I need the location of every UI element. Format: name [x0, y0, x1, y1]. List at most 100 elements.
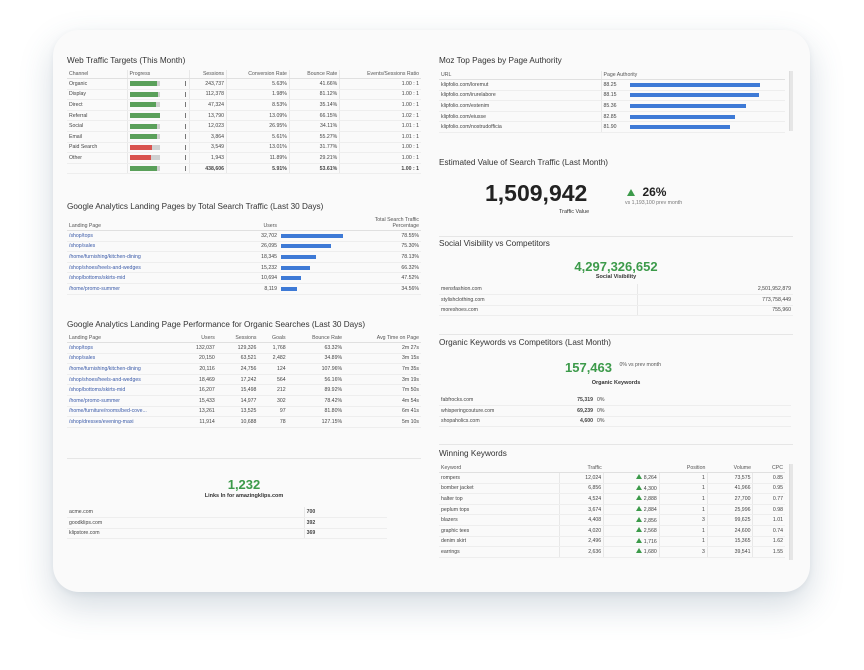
goals-value: 564: [258, 374, 288, 386]
sessions-value: 14,977: [216, 395, 259, 407]
authority-cell: 88.15: [600, 90, 785, 102]
goals-value: 302: [258, 395, 288, 407]
table-row: klipstore.com 369: [67, 528, 387, 540]
events-value: 1.00 : 1: [339, 78, 421, 90]
links-in-caption: Links In for amazingklips.com: [204, 493, 284, 499]
url-link[interactable]: klipfolio.com/nostrudofficia: [439, 121, 601, 133]
web-traffic-panel: Web Traffic Targets (This Month) Channel…: [67, 56, 421, 192]
goals-value: 2,482: [258, 353, 288, 365]
events-value: 1.02 : 1: [339, 110, 421, 122]
landing-page-link[interactable]: /shop/sales: [67, 353, 179, 365]
landing-page-link[interactable]: /home/furnishing/kitchen-dining: [67, 251, 207, 263]
traffic-value: 2,636: [558, 546, 604, 558]
table-row: klipfolio.com/estenim 85.36: [439, 100, 785, 112]
table-row: /shop/bottoms/skirts-mid 16,207 15,498 212 8…: [67, 384, 421, 396]
landing-page-link[interactable]: /home/promo-summer: [67, 283, 207, 295]
progress-fill: [129, 102, 156, 108]
table-row: /home/furnishing/kitchen-dining 20,116 24,…: [67, 363, 421, 375]
channel-name: Paid Search: [67, 142, 127, 154]
url-link[interactable]: klipfolio.com/estenim: [439, 100, 601, 112]
col-channel: Channel: [67, 70, 127, 79]
bounce-value: 127.15%: [287, 416, 345, 428]
landing-page-link[interactable]: /shop/shoes/heels-and-wedges: [67, 262, 207, 274]
progress-fill: [129, 91, 158, 97]
landing-page-link[interactable]: /shop/shoes/heels-and-wedges: [67, 374, 179, 386]
change-cell: 2,884: [603, 504, 660, 516]
url-link[interactable]: klipfolio.com/eiusse: [439, 111, 601, 123]
landing-page-link[interactable]: /shop/bottoms/skirts-mid: [67, 272, 207, 284]
sessions-value: 17,242: [216, 374, 259, 386]
col-avg-time: Avg Time on Page: [344, 334, 421, 343]
site-name: goodklips.com: [67, 517, 305, 529]
events-value: 1.00 : 1: [339, 89, 421, 101]
landing-page-link[interactable]: /shop/sales: [67, 241, 207, 253]
site-name: shopaholics.com: [439, 416, 559, 428]
landing-page-link[interactable]: /shop/tops: [67, 230, 207, 242]
winning-scrollbar[interactable]: [789, 464, 793, 560]
landing-page-link[interactable]: /shop/dresses/evening-maxi: [67, 416, 179, 428]
events-value: 1.01 : 1: [339, 120, 421, 132]
table-row: klipfolio.com/nostrudofficia 81.90: [439, 121, 785, 133]
volume-value: 73,575: [706, 472, 753, 484]
table-row: klipfolio.com/loremut 88.25: [439, 79, 785, 91]
users-value: 18,469: [179, 374, 217, 386]
sessions-value: 47,324: [188, 99, 227, 111]
progress-cell: [126, 89, 189, 101]
organic-performance-table: Landing Page Users Sessions Goals Bounce…: [67, 334, 421, 428]
keywords-value: 4,600: [559, 416, 595, 428]
target-marker: [184, 166, 186, 172]
time-value: 7m 50s: [344, 384, 421, 396]
conversion-value: 13.01%: [226, 142, 290, 154]
volume-value: 41,966: [706, 483, 753, 495]
bounce-value: 31.77%: [288, 142, 340, 154]
social-visibility-panel: Social Visibility vs Competitors 4,297,3…: [439, 236, 793, 326]
volume-value: 24,600: [706, 525, 753, 537]
landing-page-link[interactable]: /shop/bottoms/skirts-mid: [67, 384, 179, 396]
organic-keywords-table: fabfrocks.com 75,319 0% whisperingcouture.c…: [439, 395, 791, 428]
search-traffic-pct: 66.32%: [351, 262, 421, 274]
progress-fill: [129, 113, 160, 119]
channel-name: Direct: [67, 99, 127, 111]
conversion-value: 5.63%: [226, 78, 290, 90]
landing-page-link[interactable]: /shop/tops: [67, 342, 179, 354]
landing-page-link[interactable]: /home/furniture/rooms/bed-cove...: [67, 406, 179, 418]
table-row: fabfrocks.com 75,319 0%: [439, 395, 791, 407]
target-marker: [184, 134, 186, 140]
table-row: /home/furnishing/kitchen-dining 18,345 78.…: [67, 251, 421, 263]
landing-pages-title: Google Analytics Landing Pages by Total …: [67, 202, 324, 211]
total-label: [67, 162, 127, 175]
progress-bar: [129, 123, 160, 129]
channel-name: Organic: [67, 78, 127, 90]
traffic-change: 26%: [627, 183, 666, 201]
social-visibility-caption: Social Visibility: [595, 274, 637, 280]
social-visibility-table: mensfashion.com 2,501,952,879 stylishcloth…: [439, 284, 793, 317]
time-value: 4m 54s: [344, 395, 421, 407]
bounce-value: 35.14%: [288, 99, 340, 111]
landing-page-link[interactable]: /home/promo-summer: [67, 395, 179, 407]
winning-keywords-title: Winning Keywords: [439, 449, 507, 458]
change-value: 2,856: [643, 517, 657, 524]
progress-cell: [126, 78, 189, 90]
links-count: 369: [303, 528, 387, 540]
traffic-change-value: 26%: [642, 185, 667, 199]
visibility-value: 755,960: [636, 305, 793, 317]
table-row: /shop/bottoms/skirts-mid 10,694 47.52%: [67, 272, 421, 284]
change-cell: 8,264: [603, 472, 660, 484]
url-link[interactable]: klipfolio.com/irurelabore: [439, 90, 601, 102]
site-name: stylishclothing.com: [439, 294, 638, 306]
estimated-value-title: Estimated Value of Search Traffic (Last …: [439, 158, 608, 167]
col-position: Position: [659, 464, 708, 473]
change-value: 4,300: [643, 485, 657, 492]
sessions-value: 10,688: [216, 416, 259, 428]
moz-panel: Moz Top Pages by Page Authority URL Page…: [439, 56, 793, 148]
up-arrow-icon: [635, 495, 642, 501]
sessions-value: 243,737: [188, 78, 227, 90]
progress-fill: [129, 155, 152, 161]
social-visibility-title: Social Visibility vs Competitors: [439, 239, 550, 248]
cpc-value: 0.77: [752, 493, 785, 505]
moz-scrollbar[interactable]: [789, 71, 793, 131]
landing-page-link[interactable]: /home/furnishing/kitchen-dining: [67, 363, 179, 375]
url-link[interactable]: klipfolio.com/loremut: [439, 79, 601, 91]
bounce-value: 66.15%: [288, 110, 340, 122]
col-cpc: CPC: [752, 464, 785, 473]
